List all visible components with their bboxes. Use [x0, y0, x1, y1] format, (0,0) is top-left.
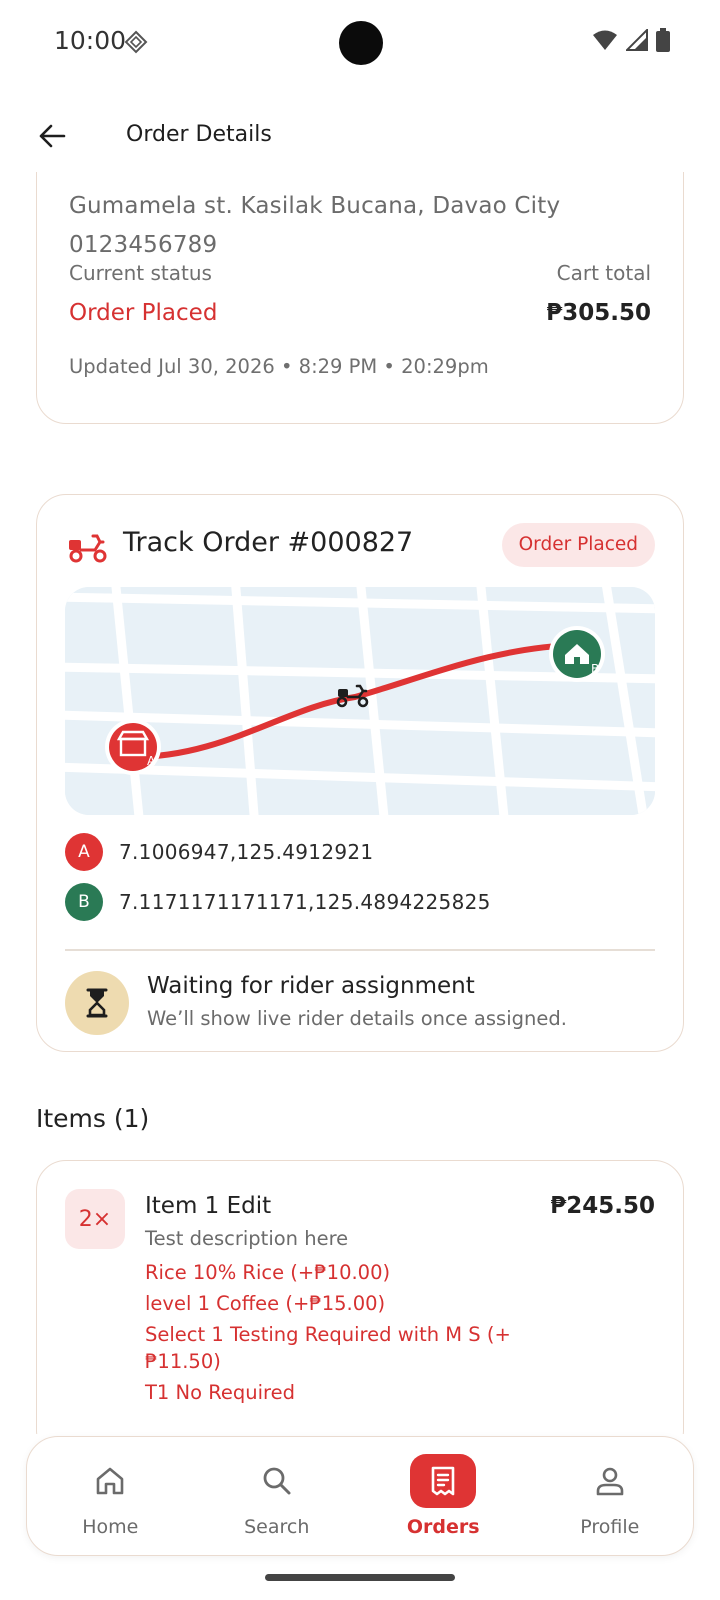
route-map[interactable]: A B [65, 587, 655, 815]
nav-profile-icon-wrap [577, 1454, 643, 1508]
page-title: Order Details [126, 122, 272, 147]
dropoff-coords-text: 7.1171171171171,125.4894225825 [119, 890, 491, 914]
track-order-title: Track Order #000827 [123, 527, 414, 558]
map-graphic: A B [65, 587, 655, 815]
arrow-left-icon [39, 124, 66, 148]
home-marker-b: B [549, 626, 605, 682]
waiting-title: Waiting for rider assignment [147, 973, 475, 999]
dropoff-marker-dot: B [65, 883, 103, 921]
order-info-card: Gumamela st. Kasilak Bucana, Davao City … [36, 172, 684, 424]
item-option: T1 No Required [145, 1381, 296, 1404]
current-status-value: Order Placed [69, 300, 218, 326]
item-option: level 1 Coffee (+₱15.00) [145, 1292, 386, 1315]
nav-profile[interactable]: Profile [540, 1454, 680, 1538]
items-heading: Items (1) [36, 1104, 150, 1133]
pickup-marker-dot: A [65, 833, 103, 871]
notification-diamond-icon [124, 30, 148, 54]
wifi-icon [593, 30, 617, 50]
status-time: 10:00 [54, 26, 127, 55]
hourglass-badge [65, 971, 129, 1035]
item-name: Item 1 Edit [145, 1193, 272, 1219]
order-item-card: 2× Item 1 Edit ₱245.50 Test description … [36, 1160, 684, 1434]
nav-home-icon-wrap [77, 1454, 143, 1508]
search-icon [263, 1467, 291, 1495]
dropoff-coordinates: B 7.1171171171171,125.4894225825 [65, 883, 491, 921]
scooter-icon [69, 534, 107, 563]
nav-orders[interactable]: Orders [373, 1454, 513, 1538]
order-status-badge: Order Placed [501, 523, 655, 567]
waiting-subtitle: We’ll show live rider details once assig… [147, 1007, 567, 1030]
nav-orders-label: Orders [406, 1516, 480, 1538]
receipt-icon [431, 1466, 455, 1496]
gesture-handle[interactable] [265, 1574, 455, 1581]
svg-text:B: B [591, 662, 599, 676]
nav-home[interactable]: Home [40, 1454, 180, 1538]
cart-total-value: ₱305.50 [546, 300, 651, 326]
store-marker-a: A [105, 719, 161, 775]
pickup-coords-text: 7.1006947,125.4912921 [119, 840, 374, 864]
person-icon [596, 1467, 624, 1496]
status-bar: 10:00 [0, 0, 720, 86]
nav-search[interactable]: Search [207, 1454, 347, 1538]
app-bar: Order Details [0, 100, 720, 172]
pickup-coordinates: A 7.1006947,125.4912921 [65, 833, 373, 871]
home-icon [96, 1467, 124, 1495]
item-option: Select 1 Testing Required with M S (+₱11… [145, 1323, 511, 1373]
back-button[interactable] [30, 114, 74, 158]
nav-profile-label: Profile [580, 1516, 640, 1538]
item-description: Test description here [145, 1227, 349, 1250]
bottom-navigation: Home Search Orders Profile [26, 1436, 694, 1556]
nav-search-label: Search [244, 1516, 310, 1538]
nav-orders-icon-wrap [410, 1454, 477, 1508]
item-options-list: Rice 10% Rice (+₱10.00) level 1 Coffee (… [145, 1259, 545, 1410]
current-status-label: Current status [69, 261, 212, 285]
item-price: ₱245.50 [550, 1193, 655, 1219]
track-order-card: Track Order #000827 Order Placed A B A 7… [36, 494, 684, 1052]
camera-cutout [339, 21, 383, 65]
item-quantity-badge: 2× [65, 1189, 125, 1249]
cart-total-label: Cart total [556, 261, 651, 285]
battery-icon [656, 28, 670, 52]
updated-timestamp: Updated Jul 30, 2026 • 8:29 PM • 20:29pm [69, 355, 489, 378]
svg-text:A: A [147, 754, 156, 768]
signal-icon [626, 29, 648, 51]
nav-search-icon-wrap [244, 1454, 310, 1508]
order-details-scroll[interactable]: Gumamela st. Kasilak Bucana, Davao City … [0, 172, 720, 1434]
hourglass-icon [86, 988, 108, 1018]
divider [65, 949, 655, 951]
item-option: Rice 10% Rice (+₱10.00) [145, 1261, 391, 1284]
nav-home-label: Home [82, 1516, 139, 1538]
status-icons [592, 28, 670, 52]
contact-phone: 0123456789 [69, 232, 218, 258]
delivery-address: Gumamela st. Kasilak Bucana, Davao City [69, 193, 561, 219]
